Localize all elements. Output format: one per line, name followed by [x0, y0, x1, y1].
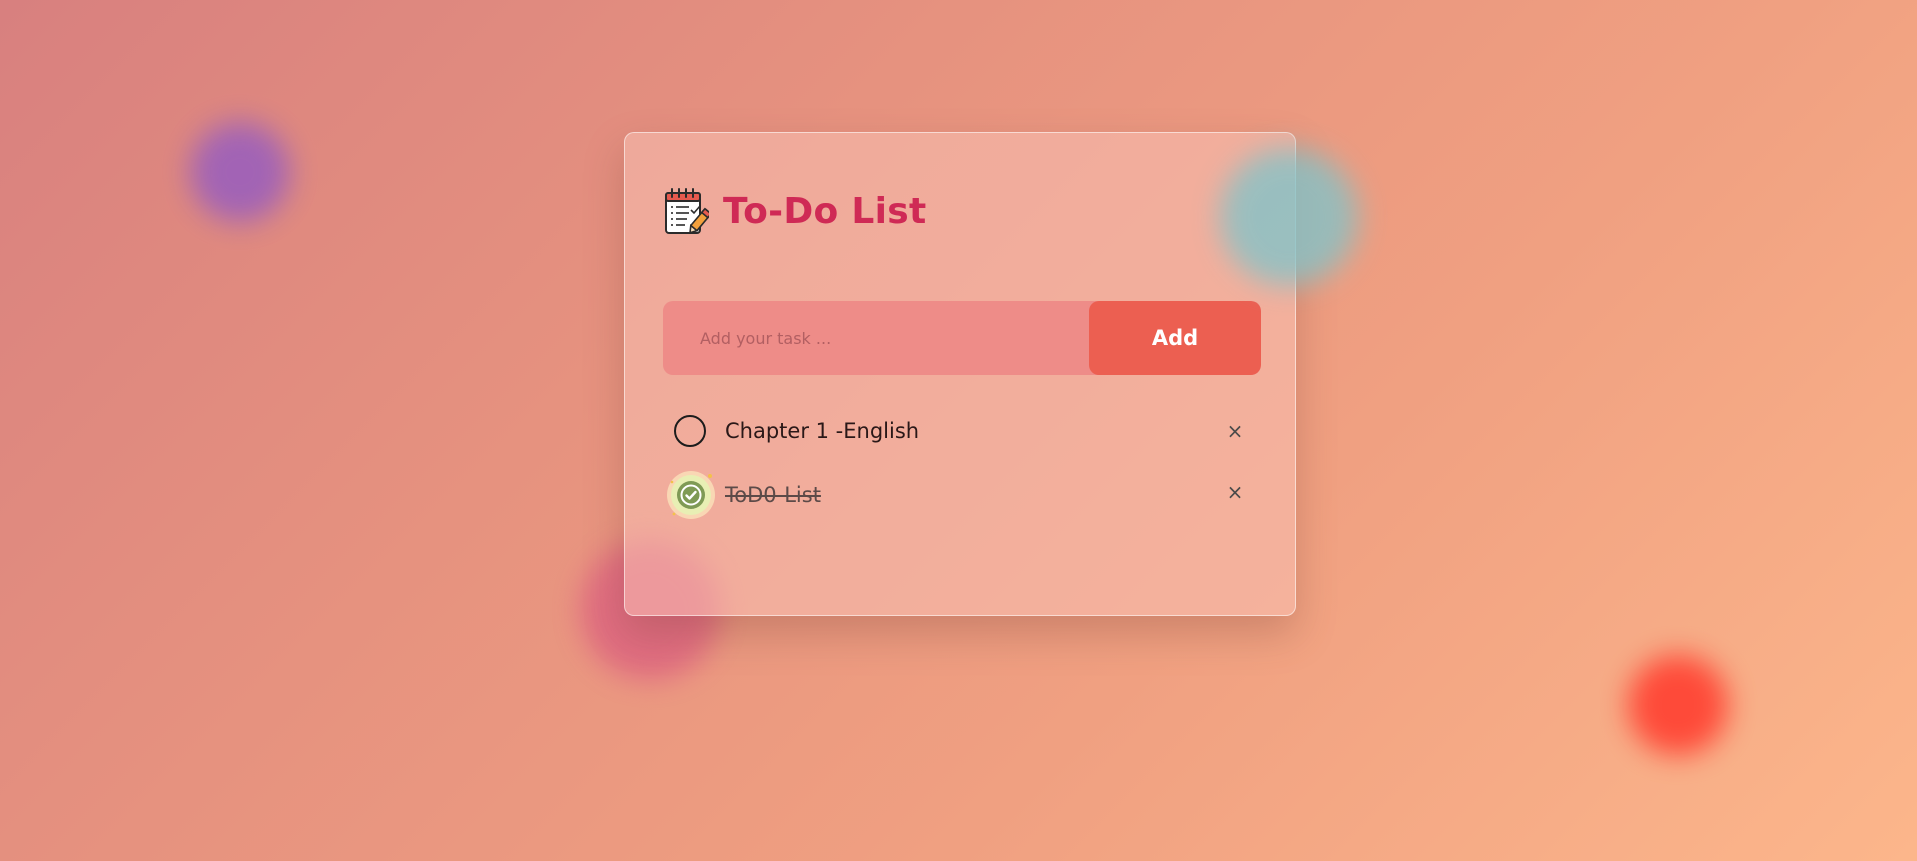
page-title: To-Do List — [723, 190, 927, 232]
empty-circle-icon[interactable] — [674, 415, 706, 447]
task-item[interactable]: Chapter 1 -English × — [663, 405, 1261, 466]
header: To-Do List — [663, 186, 927, 236]
delete-icon[interactable]: × — [1222, 479, 1248, 505]
decorative-purple-blob — [190, 122, 290, 222]
task-input[interactable] — [663, 301, 1089, 375]
task-list: Chapter 1 -English × ToD0-List × — [663, 405, 1261, 527]
notepad-pencil-icon — [665, 188, 709, 234]
task-item[interactable]: ToD0-List × — [663, 466, 1261, 527]
add-button[interactable]: Add — [1089, 301, 1261, 375]
checkmark-badge-icon[interactable] — [666, 470, 716, 520]
add-task-form: Add — [663, 301, 1261, 375]
task-text: Chapter 1 -English — [725, 419, 920, 443]
decorative-red-blob — [1628, 655, 1728, 755]
task-text-completed: ToD0-List — [725, 483, 821, 507]
delete-icon[interactable]: × — [1222, 418, 1248, 444]
todo-card: To-Do List Add Chapter 1 -English × ToD0… — [624, 132, 1296, 616]
decorative-teal-blob — [1220, 148, 1358, 286]
